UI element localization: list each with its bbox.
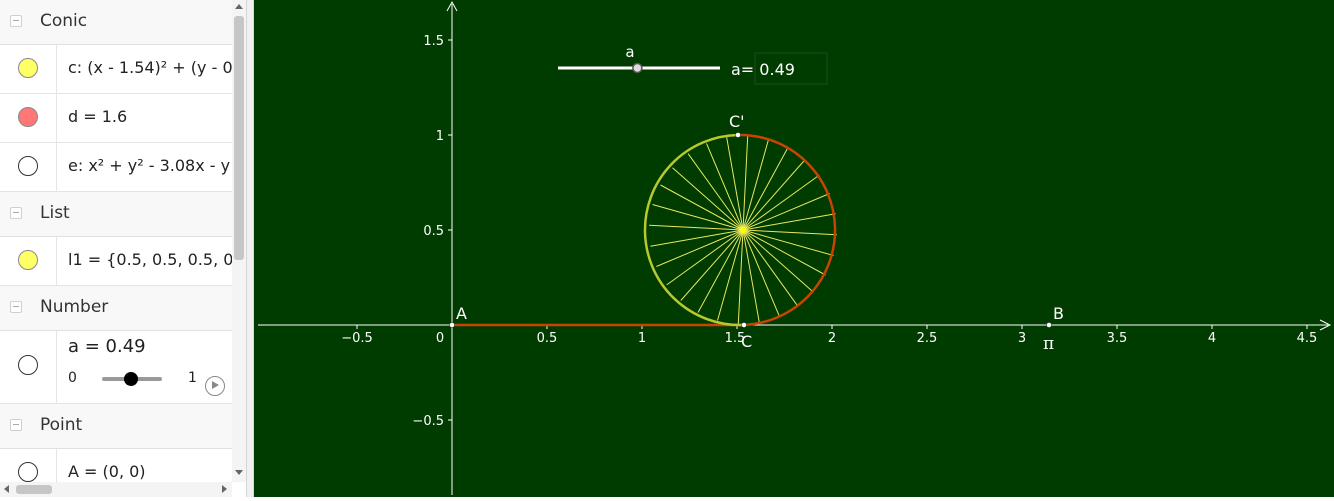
collapse-icon[interactable] — [10, 207, 22, 219]
algebra-view: Conic c: (x - 1.54)² + (y - 0.5)² = 0.25… — [0, 0, 246, 497]
x-tick-label: 3 — [1018, 331, 1026, 346]
marble-cell — [0, 237, 57, 285]
group-header-conic[interactable]: Conic — [0, 0, 232, 45]
scroll-down-icon[interactable] — [235, 470, 243, 475]
graphics-view[interactable]: −0.5 0 0.5 1 1.5 2 2.5 3 3.5 4 4.5 1.5 1… — [254, 0, 1334, 497]
point-B-label: B — [1053, 304, 1064, 323]
x-tick-label: 1 — [638, 331, 646, 346]
group-label: Point — [40, 415, 83, 435]
y-tick-label: 0.5 — [423, 224, 444, 239]
visibility-marble-icon[interactable] — [18, 250, 38, 270]
collapse-icon[interactable] — [10, 15, 22, 27]
algebra-expression[interactable]: A = (0, 0) — [68, 462, 146, 481]
slider-min-label: 0 — [68, 370, 77, 386]
y-tick-label: −0.5 — [412, 414, 444, 429]
collapse-icon[interactable] — [10, 419, 22, 431]
x-tick-label: 3.5 — [1107, 331, 1128, 346]
marble-cell — [0, 45, 57, 93]
algebra-item-d[interactable]: d = 1.6 — [0, 94, 232, 143]
group-header-point[interactable]: Point — [0, 404, 232, 449]
algebra-expression[interactable]: l1 = {0.5, 0.5, 0.5, 0.5, 0.5} — [68, 250, 232, 269]
point-B[interactable] — [1046, 322, 1052, 328]
slider-point[interactable] — [632, 62, 643, 74]
circle-center-point[interactable] — [740, 227, 746, 233]
group-label: Number — [40, 297, 109, 317]
play-icon[interactable] — [205, 376, 225, 396]
group-header-list[interactable]: List — [0, 192, 232, 237]
pi-label: π — [1043, 334, 1054, 354]
scroll-right-icon[interactable] — [222, 485, 227, 493]
x-tick-label: 0 — [436, 331, 444, 346]
point-C-label: C — [741, 332, 752, 351]
slider-knob[interactable] — [124, 372, 139, 386]
point-C[interactable] — [741, 322, 747, 328]
scrollbar-thumb[interactable] — [234, 16, 244, 260]
scroll-up-icon[interactable] — [235, 4, 243, 9]
marble-cell — [0, 331, 57, 403]
scroll-left-icon[interactable] — [4, 485, 9, 493]
algebra-expression[interactable]: e: x² + y² - 3.08x - y = -2.37 — [68, 156, 232, 175]
x-tick-label: 2.5 — [917, 331, 938, 346]
algebra-item-a[interactable]: a = 0.49 0 1 — [0, 331, 232, 404]
group-header-number[interactable]: Number — [0, 286, 232, 331]
visibility-marble-icon[interactable] — [18, 107, 38, 127]
visibility-marble-icon[interactable] — [18, 355, 38, 375]
algebra-expression[interactable]: d = 1.6 — [68, 107, 127, 126]
x-tick-label: −0.5 — [341, 331, 373, 346]
slider-value-label: a= 0.49 — [731, 60, 795, 79]
vertical-scrollbar[interactable] — [232, 0, 246, 482]
algebra-item-c[interactable]: c: (x - 1.54)² + (y - 0.5)² = 0.25 — [0, 45, 232, 94]
y-tick-label: 1 — [436, 129, 444, 144]
graphics-canvas[interactable]: −0.5 0 0.5 1 1.5 2 2.5 3 3.5 4 4.5 1.5 1… — [254, 0, 1334, 497]
algebra-item-e[interactable]: e: x² + y² - 3.08x - y = -2.37 — [0, 143, 232, 192]
visibility-marble-icon[interactable] — [18, 58, 38, 78]
slider-name-label: a — [625, 43, 634, 61]
algebra-item-l1[interactable]: l1 = {0.5, 0.5, 0.5, 0.5, 0.5} — [0, 237, 232, 286]
group-label: Conic — [40, 11, 88, 31]
marble-cell — [0, 94, 57, 142]
x-tick-label: 2 — [828, 331, 836, 346]
visibility-marble-icon[interactable] — [18, 462, 38, 482]
point-C-prime[interactable] — [735, 132, 741, 138]
view-splitter[interactable] — [246, 0, 254, 497]
point-A-label: A — [456, 304, 467, 323]
collapse-icon[interactable] — [10, 301, 22, 313]
point-C-prime-label: C' — [729, 112, 745, 131]
x-tick-label: 0.5 — [537, 331, 558, 346]
algebra-expression[interactable]: a = 0.49 — [68, 336, 146, 357]
horizontal-scrollbar[interactable] — [0, 482, 232, 497]
y-tick-label: 1.5 — [423, 34, 444, 49]
visibility-marble-icon[interactable] — [18, 156, 38, 176]
algebra-expression[interactable]: c: (x - 1.54)² + (y - 0.5)² = 0.25 — [68, 58, 232, 77]
x-tick-label: 4.5 — [1297, 331, 1318, 346]
x-tick-label: 4 — [1208, 331, 1216, 346]
slider-max-label: 1 — [188, 370, 197, 386]
group-label: List — [40, 203, 70, 223]
marble-cell — [0, 143, 57, 191]
scrollbar-thumb[interactable] — [16, 485, 52, 494]
point-A[interactable] — [449, 322, 455, 328]
